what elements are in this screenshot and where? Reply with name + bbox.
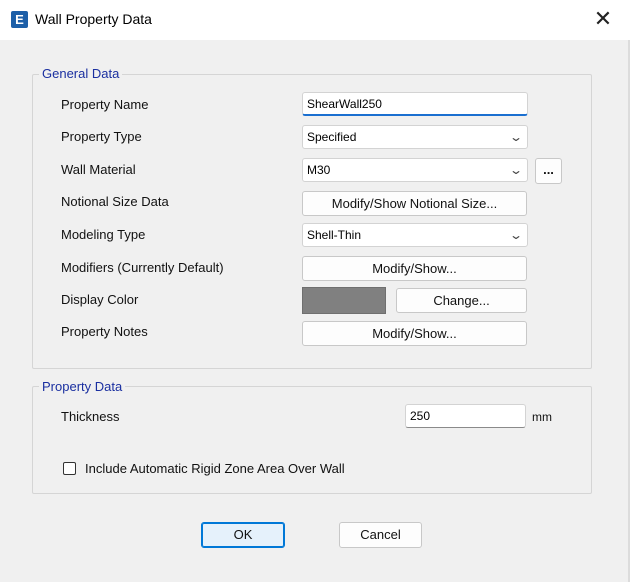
property-type-select[interactable]: Specified ⌄ xyxy=(302,125,528,149)
modifiers-label: Modifiers (Currently Default) xyxy=(61,260,224,275)
thickness-unit: mm xyxy=(532,410,552,424)
title-bar: E Wall Property Data ✕ xyxy=(0,0,630,40)
property-type-value: Specified xyxy=(307,130,357,144)
property-type-label: Property Type xyxy=(61,129,142,144)
cancel-button[interactable]: Cancel xyxy=(339,522,422,548)
property-data-group xyxy=(32,386,592,494)
chevron-down-icon: ⌄ xyxy=(508,228,524,242)
thickness-input[interactable]: 250 xyxy=(405,404,526,428)
property-data-legend: Property Data xyxy=(39,379,126,394)
property-notes-button[interactable]: Modify/Show... xyxy=(302,321,527,346)
notional-size-button[interactable]: Modify/Show Notional Size... xyxy=(302,191,527,216)
display-color-swatch[interactable] xyxy=(302,287,386,314)
change-color-button[interactable]: Change... xyxy=(396,288,527,313)
window-title: Wall Property Data xyxy=(35,11,152,27)
rigid-zone-checkbox[interactable] xyxy=(63,462,76,475)
modeling-type-value: Shell-Thin xyxy=(307,228,362,242)
thickness-label: Thickness xyxy=(61,409,120,424)
modeling-type-label: Modeling Type xyxy=(61,227,146,242)
general-data-legend: General Data xyxy=(39,66,123,81)
modifiers-button[interactable]: Modify/Show... xyxy=(302,256,527,281)
property-name-label: Property Name xyxy=(61,97,149,112)
property-name-input[interactable]: ShearWall250 xyxy=(302,92,528,116)
property-notes-label: Property Notes xyxy=(61,324,148,339)
chevron-down-icon: ⌄ xyxy=(508,163,524,177)
wall-material-label: Wall Material xyxy=(61,162,136,177)
wall-material-more-button[interactable]: ... xyxy=(535,158,562,184)
wall-material-select[interactable]: M30 ⌄ xyxy=(302,158,528,182)
notional-size-label: Notional Size Data xyxy=(61,194,169,209)
chevron-down-icon: ⌄ xyxy=(508,130,524,144)
ok-button[interactable]: OK xyxy=(201,522,285,548)
close-icon[interactable]: ✕ xyxy=(586,4,620,36)
rigid-zone-label[interactable]: Include Automatic Rigid Zone Area Over W… xyxy=(85,461,345,476)
display-color-label: Display Color xyxy=(61,292,139,307)
modeling-type-select[interactable]: Shell-Thin ⌄ xyxy=(302,223,528,247)
wall-material-value: M30 xyxy=(307,163,331,177)
etabs-app-icon: E xyxy=(11,11,28,28)
